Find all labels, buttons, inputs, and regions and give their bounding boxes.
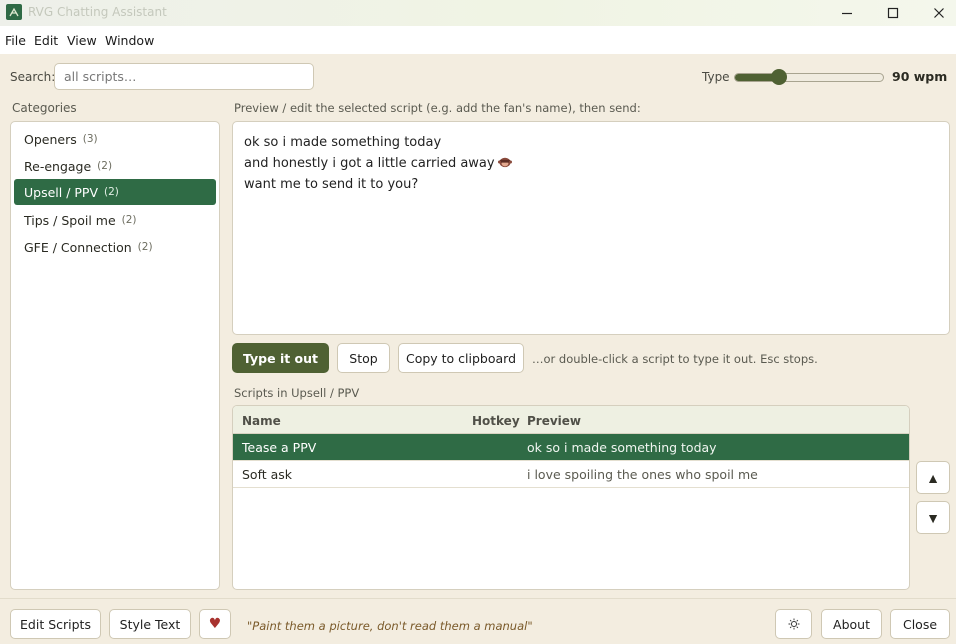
category-count: (2)	[97, 160, 113, 172]
edit-scripts-button[interactable]: Edit Scripts	[10, 609, 101, 639]
see-no-evil-monkey-icon	[497, 157, 512, 168]
category-item-upsell-ppv[interactable]: Upsell / PPV (2)	[14, 179, 216, 205]
theme-toggle-button[interactable]	[775, 609, 812, 639]
script-preview: i love spoiling the ones who spoil me	[527, 467, 758, 482]
column-header-preview[interactable]: Preview	[527, 414, 581, 428]
typing-speed-value: 90 wpm	[892, 69, 948, 84]
style-text-button[interactable]: Style Text	[109, 609, 191, 639]
category-name: GFE / Connection	[24, 239, 132, 255]
app-logo-icon	[6, 4, 22, 20]
category-item-openers[interactable]: Openers (3)	[14, 126, 216, 152]
script-name: Soft ask	[242, 467, 293, 482]
preview-line: want me to send it to you?	[244, 177, 419, 192]
categories-list: Openers (3) Re-engage (2) Upsell / PPV (2) …	[10, 121, 220, 590]
script-preview: ok so i made something today	[527, 440, 717, 455]
typing-speed-slider[interactable]	[734, 68, 884, 86]
table-header: Name Hotkey Preview	[233, 406, 909, 434]
menu-window[interactable]: Window	[105, 33, 154, 48]
sun-icon	[788, 618, 799, 630]
arrow-down-icon: ▼	[926, 509, 940, 526]
action-hint: …or double-click a script to type it out…	[532, 352, 818, 366]
category-item-gfe-connection[interactable]: GFE / Connection (2)	[14, 234, 216, 260]
slider-track[interactable]	[734, 73, 884, 82]
move-up-button[interactable]: ▲	[916, 461, 950, 494]
search-label: Search:	[10, 70, 56, 84]
scripts-label: Scripts in Upsell / PPV	[234, 386, 360, 400]
heart-button[interactable]: ♥	[199, 609, 231, 639]
script-name: Tease a PPV	[242, 440, 317, 455]
column-header-hotkey[interactable]: Hotkey	[472, 414, 520, 428]
table-row[interactable]: Tease a PPV ok so i made something today	[233, 434, 909, 461]
maximize-button[interactable]	[870, 0, 916, 26]
preview-line: ok so i made something today	[244, 135, 442, 150]
categories-label: Categories	[12, 101, 77, 115]
tagline-quote: "Paint them a picture, don't read them a…	[247, 619, 533, 633]
category-count: (2)	[104, 186, 119, 198]
script-preview-editor[interactable]: ok so i made something today and honestl…	[232, 121, 950, 335]
heart-icon: ♥	[208, 616, 222, 632]
column-header-name[interactable]: Name	[242, 414, 281, 428]
copy-to-clipboard-button[interactable]: Copy to clipboard	[398, 343, 524, 373]
category-name: Tips / Spoil me	[24, 212, 116, 228]
menu-file[interactable]: File	[5, 33, 26, 48]
close-button[interactable]: Close	[890, 609, 950, 639]
category-name: Upsell / PPV	[24, 184, 99, 200]
minimize-button[interactable]	[824, 0, 870, 26]
title-bar[interactable]: RVG Chatting Assistant	[0, 0, 956, 26]
about-button[interactable]: About	[821, 609, 882, 639]
arrow-up-icon: ▲	[926, 469, 940, 486]
category-name: Openers	[24, 131, 77, 147]
type-it-out-button[interactable]: Type it out	[232, 343, 329, 373]
preview-label: Preview / edit the selected script (e.g.…	[234, 101, 641, 115]
stop-button[interactable]: Stop	[337, 343, 390, 373]
category-item-re-engage[interactable]: Re-engage (2)	[14, 153, 216, 179]
slider-thumb[interactable]	[771, 69, 787, 85]
table-row[interactable]: Soft ask i love spoiling the ones who sp…	[233, 461, 909, 488]
category-count: (2)	[121, 214, 137, 226]
menu-edit[interactable]: Edit	[34, 33, 58, 48]
type-speed-label: Type	[702, 70, 730, 84]
menu-view[interactable]: View	[67, 33, 97, 48]
menu-bar: File Edit View Window	[0, 26, 956, 54]
category-count: (3)	[82, 133, 98, 145]
category-item-tips-spoil-me[interactable]: Tips / Spoil me (2)	[14, 207, 216, 233]
search-input[interactable]	[54, 63, 314, 90]
footer-bar: Edit Scripts Style Text ♥ "Paint them a …	[0, 598, 956, 644]
preview-line: and honestly i got a little carried away	[244, 153, 938, 174]
close-icon	[934, 8, 944, 18]
move-down-button[interactable]: ▼	[916, 501, 950, 534]
maximize-icon	[887, 7, 899, 19]
scripts-table: Name Hotkey Preview Tease a PPV ok so i …	[232, 405, 910, 590]
minimize-icon	[842, 12, 852, 15]
close-window-button[interactable]	[916, 0, 956, 26]
category-count: (2)	[137, 241, 153, 253]
category-name: Re-engage	[24, 158, 92, 174]
window-title: RVG Chatting Assistant	[28, 5, 167, 19]
